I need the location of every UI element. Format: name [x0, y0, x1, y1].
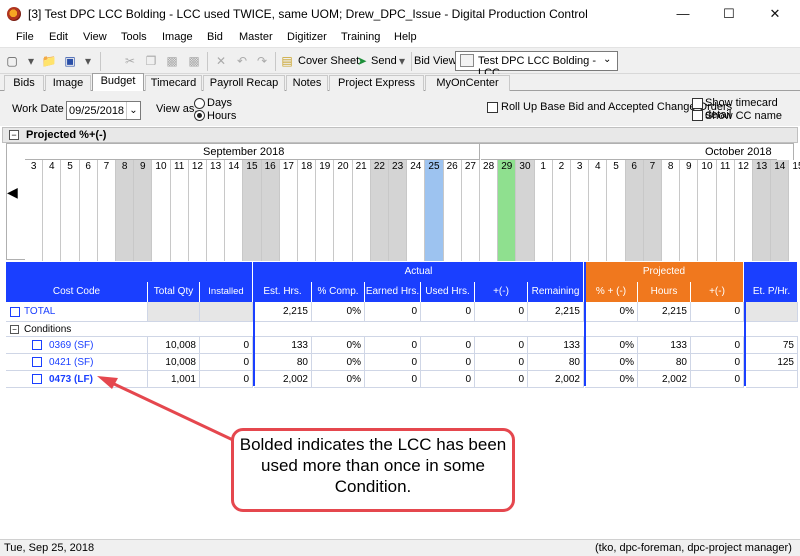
status-date: Tue, Sep 25, 2018 [4, 542, 95, 554]
status-bar: Tue, Sep 25, 2018 (tko, dpc-foreman, dpc… [0, 539, 800, 556]
status-user: (tko, dpc-foreman, dpc-project manager) [595, 542, 792, 554]
annotation-callout: Bolded indicates the LCC has been used m… [231, 428, 515, 512]
